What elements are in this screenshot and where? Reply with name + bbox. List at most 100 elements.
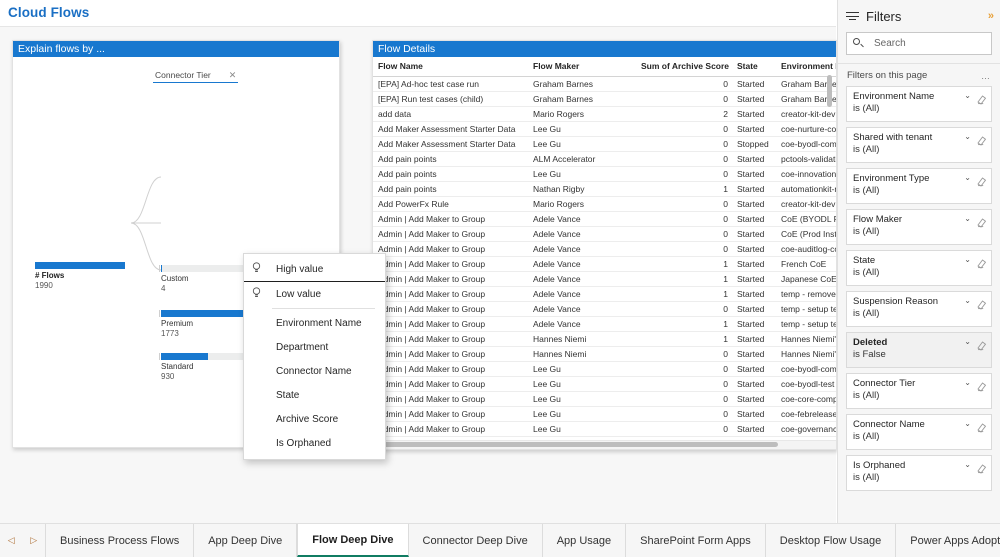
context-menu-item-is-orphaned[interactable]: Is Orphaned [244,431,385,455]
table-row[interactable]: Admin | Add Maker to GroupLee Gu0Started… [373,362,836,377]
clear-filter-icon[interactable] [976,133,987,144]
table-row[interactable]: Admin | Add Maker to GroupLee Gu0Started… [373,422,836,437]
table-vertical-scrollbar-thumb[interactable] [827,75,832,107]
tree-node-premium[interactable]: + Premium 1773 [161,310,251,338]
chevron-down-icon[interactable]: ⌄ [964,132,971,141]
table-row[interactable]: Admin | Add Maker to GroupHannes Niemi1S… [373,332,836,347]
column-header-flow-name[interactable]: Flow Name [373,57,528,77]
table-row[interactable]: Admin | Add Maker to GroupAdele Vance1St… [373,287,836,302]
table-row[interactable]: Add PowerFx RuleMario Rogers0Startedcrea… [373,197,836,212]
table-row[interactable]: Admin | Add Maker to GroupAdele Vance0St… [373,212,836,227]
more-options-icon[interactable]: … [981,71,991,81]
tab-business-process-flows[interactable]: Business Process Flows [46,524,194,557]
filter-card-connector-tier[interactable]: Connector Tieris (All)⌄ [846,373,992,409]
previous-page-icon[interactable]: ◁ [8,535,15,546]
filter-card-shared-with-tenant[interactable]: Shared with tenantis (All)⌄ [846,127,992,163]
table-row[interactable]: Admin | Add Maker to GroupHannes Niemi0S… [373,347,836,362]
table-row[interactable]: [EPA] Ad-hoc test case runGraham Barnes0… [373,77,836,92]
context-menu-item-high-value[interactable]: High value [244,257,385,281]
filter-card-state[interactable]: Stateis (All)⌄ [846,250,992,286]
table-row[interactable]: Add Maker Assessment Starter DataLee Gu0… [373,137,836,152]
close-icon[interactable]: ✕ [229,71,237,80]
filter-card-flow-maker[interactable]: Flow Makeris (All)⌄ [846,209,992,245]
chevron-down-icon[interactable]: ⌄ [964,337,971,346]
tab-connector-deep-dive[interactable]: Connector Deep Dive [409,524,543,557]
chevron-down-icon[interactable]: ⌄ [964,378,971,387]
tree-node-standard[interactable]: + Standard 930 [161,353,251,381]
table-row[interactable]: Admin | Add Maker to GroupLee Gu0Started… [373,407,836,422]
context-menu-item-environment-name[interactable]: Environment Name [244,311,385,335]
context-menu-item-department[interactable]: Department [244,335,385,359]
table-horizontal-scrollbar-track[interactable] [373,440,836,449]
table-row[interactable]: Admin | Add Maker to GroupAdele Vance0St… [373,227,836,242]
chevron-down-icon[interactable]: ⌄ [964,214,971,223]
filter-card-environment-type[interactable]: Environment Typeis (All)⌄ [846,168,992,204]
clear-filter-icon[interactable] [976,297,987,308]
table-scroll-area[interactable]: Flow Name Flow Maker Sum of Archive Scor… [373,57,836,449]
table-row[interactable]: Admin | Add Maker to GroupAdele Vance1St… [373,317,836,332]
clear-filter-icon[interactable] [976,92,987,103]
column-header-archive-score[interactable]: Sum of Archive Score [636,57,732,77]
tree-expand-context-menu[interactable]: High value Low value Environment Name De… [243,253,386,460]
filters-search-box[interactable] [846,32,992,55]
tree-level-header-connector-tier[interactable]: Connector Tier ✕ [153,69,238,83]
table-row[interactable]: Add pain pointsLee Gu0Startedcoe-innovat… [373,167,836,182]
clear-filter-icon[interactable] [976,215,987,226]
filters-pane[interactable]: Filters » Filters on this page … Environ… [837,0,1000,523]
chevron-down-icon[interactable]: ⌄ [964,460,971,469]
chevron-double-right-icon[interactable]: » [988,10,992,22]
clear-filter-icon[interactable] [976,338,987,349]
context-menu-item-connector-name[interactable]: Connector Name [244,359,385,383]
table-vertical-scrollbar-track[interactable] [829,75,834,435]
tab-navigation-arrows[interactable]: ◁ ▷ [0,524,46,557]
cell-flow-maker: Adele Vance [528,212,636,227]
table-row[interactable]: Admin | Add Maker to GroupAdele Vance0St… [373,302,836,317]
table-row[interactable]: [EPA] Run test cases (child)Graham Barne… [373,92,836,107]
clear-filter-icon[interactable] [976,174,987,185]
table-row[interactable]: Admin | Add Maker to GroupLee Gu0Started… [373,377,836,392]
column-header-state[interactable]: State [732,57,776,77]
chevron-down-icon[interactable]: ⌄ [964,173,971,182]
table-row[interactable]: Add Maker Assessment Starter DataLee Gu0… [373,122,836,137]
table-row[interactable]: Admin | Add Maker to GroupLee Gu0Started… [373,392,836,407]
chevron-down-icon[interactable]: ⌄ [964,91,971,100]
cell-archive-score: 1 [636,257,732,272]
tab-app-deep-dive[interactable]: App Deep Dive [194,524,297,557]
tab-sharepoint-form-apps[interactable]: SharePoint Form Apps [626,524,766,557]
context-menu-item-state[interactable]: State [244,383,385,407]
tab-flow-deep-dive[interactable]: Flow Deep Dive [297,524,408,557]
tab-app-usage[interactable]: App Usage [543,524,626,557]
column-header-environment-name[interactable]: Environment Name [776,57,836,77]
tab-power-apps-adoption[interactable]: Power Apps Adoption [896,524,1000,557]
tab-desktop-flow-usage[interactable]: Desktop Flow Usage [766,524,897,557]
table-row[interactable]: Add pain pointsNathan Rigby1Startedautom… [373,182,836,197]
table-horizontal-scrollbar-thumb[interactable] [374,442,778,447]
page-tab-bar[interactable]: ◁ ▷ Business Process FlowsApp Deep DiveF… [0,523,1000,557]
filter-card-is-orphaned[interactable]: Is Orphanedis (All)⌄ [846,455,992,491]
next-page-icon[interactable]: ▷ [30,535,37,546]
filter-card-deleted[interactable]: Deletedis False⌄ [846,332,992,368]
table-row[interactable]: Add pain pointsALM Accelerator0Startedpc… [373,152,836,167]
clear-filter-icon[interactable] [976,256,987,267]
table-row[interactable]: add dataMario Rogers2Startedcreator-kit-… [373,107,836,122]
clear-filter-icon[interactable] [976,420,987,431]
context-menu-item-low-value[interactable]: Low value [244,282,385,306]
filters-search-input[interactable] [872,37,985,50]
cell-flow-name: Admin | Add Maker to Group [373,317,528,332]
column-header-flow-maker[interactable]: Flow Maker [528,57,636,77]
flow-details-table-visual[interactable]: Flow Details Flow Name Flow Maker Sum of… [372,40,837,450]
chevron-down-icon[interactable]: ⌄ [964,255,971,264]
clear-filter-icon[interactable] [976,461,987,472]
filter-card-suspension-reason[interactable]: Suspension Reasonis (All)⌄ [846,291,992,327]
filter-card-connector-name[interactable]: Connector Nameis (All)⌄ [846,414,992,450]
table-row[interactable]: Admin | Add Maker to GroupAdele Vance0St… [373,242,836,257]
table-row[interactable]: Admin | Add Maker to GroupAdele Vance1St… [373,257,836,272]
chevron-down-icon[interactable]: ⌄ [964,419,971,428]
clear-filter-icon[interactable] [976,379,987,390]
tree-node-custom[interactable]: + Custom 4 [161,265,251,293]
filter-card-environment-name[interactable]: Environment Nameis (All)⌄ [846,86,992,122]
chevron-down-icon[interactable]: ⌄ [964,296,971,305]
tree-node-root[interactable]: # Flows 1990 [35,262,125,290]
table-row[interactable]: Admin | Add Maker to GroupAdele Vance1St… [373,272,836,287]
context-menu-item-archive-score[interactable]: Archive Score [244,407,385,431]
